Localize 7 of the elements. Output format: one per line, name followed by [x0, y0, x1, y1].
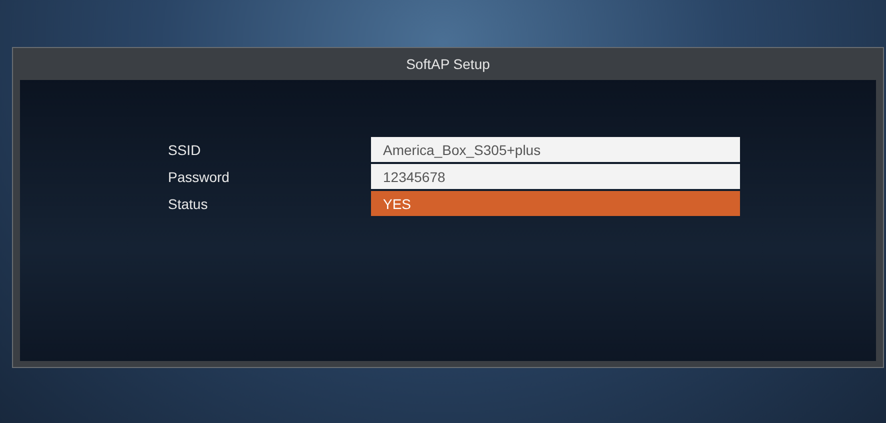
dialog-title: SoftAP Setup — [405, 55, 491, 74]
setting-label: Password — [168, 168, 230, 184]
setting-field[interactable]: YES — [371, 191, 740, 216]
setting-label: SSID — [168, 142, 202, 158]
setting-label: Status — [168, 196, 209, 212]
setting-field[interactable]: America_Box_S305+plus — [371, 137, 740, 162]
setting-field[interactable]: 12345678 — [371, 164, 740, 189]
